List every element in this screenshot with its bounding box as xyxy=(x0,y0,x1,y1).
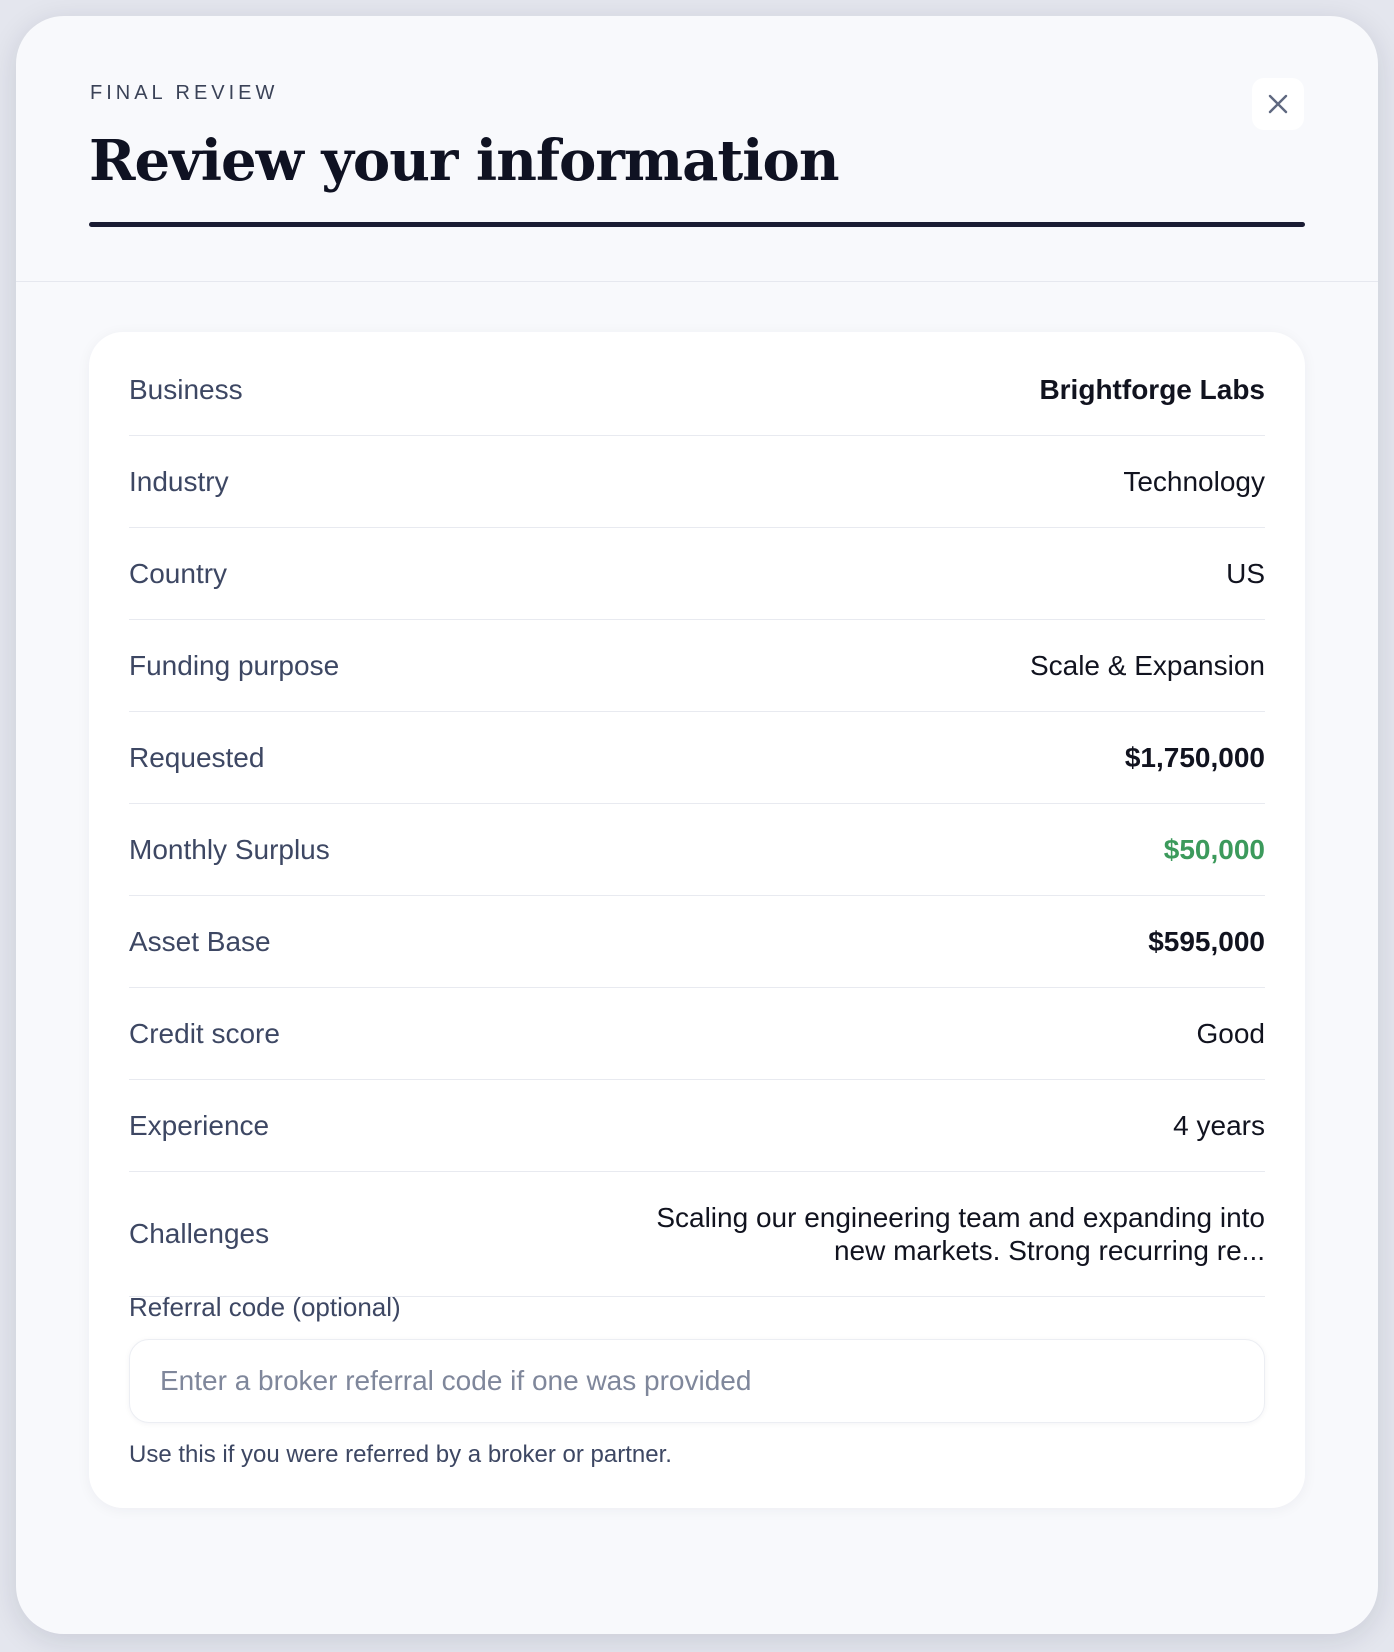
review-row-monthly-surplus: Monthly Surplus $50,000 xyxy=(129,804,1265,896)
row-value: Scaling our engineering team and expandi… xyxy=(656,1202,1265,1266)
row-value: Technology xyxy=(1123,465,1265,497)
row-label: Industry xyxy=(129,465,229,497)
row-value: $50,000 xyxy=(1163,833,1265,865)
referral-code-help: Use this if you were referred by a broke… xyxy=(129,1441,672,1468)
review-row-experience: Experience 4 years xyxy=(129,1080,1265,1172)
row-label: Funding purpose xyxy=(129,649,340,681)
row-label: Country xyxy=(129,557,228,589)
row-label: Business xyxy=(129,373,243,405)
review-row-asset-base: Asset Base $595,000 xyxy=(129,896,1265,988)
row-value: Brightforge Labs xyxy=(1039,373,1265,405)
review-dialog: FINAL REVIEW Review your information Bus… xyxy=(16,16,1378,1634)
row-label: Challenges xyxy=(129,1218,270,1249)
referral-code-section: Referral code (optional) Use this if you… xyxy=(129,1292,1265,1469)
review-summary-card: Business Brightforge Labs Industry Techn… xyxy=(89,332,1305,1508)
row-value: Good xyxy=(1196,1017,1266,1049)
row-value: $595,000 xyxy=(1148,925,1265,957)
referral-code-label: Referral code (optional) xyxy=(129,1292,401,1322)
row-label: Experience xyxy=(129,1109,270,1141)
referral-code-input[interactable] xyxy=(129,1339,1265,1423)
row-value: 4 years xyxy=(1173,1109,1265,1141)
title-underline xyxy=(89,222,1305,227)
review-row-requested: Requested $1,750,000 xyxy=(129,712,1265,804)
row-label: Credit score xyxy=(129,1017,280,1049)
close-icon xyxy=(1268,94,1288,114)
review-row-credit-score: Credit score Good xyxy=(129,988,1265,1080)
review-row-funding-purpose: Funding purpose Scale & Expansion xyxy=(129,620,1265,712)
step-eyebrow: FINAL REVIEW xyxy=(90,82,279,104)
row-value: $1,750,000 xyxy=(1124,741,1265,773)
row-value: US xyxy=(1226,557,1265,589)
row-label: Asset Base xyxy=(129,925,271,957)
page-title: Review your information xyxy=(89,128,840,194)
review-row-country: Country US xyxy=(129,528,1265,620)
row-value: Scale & Expansion xyxy=(1029,649,1265,681)
row-label: Requested xyxy=(129,741,265,773)
review-row-challenges: Challenges Scaling our engineering team … xyxy=(129,1172,1265,1297)
close-button[interactable] xyxy=(1252,78,1304,130)
review-row-industry: Industry Technology xyxy=(129,436,1265,528)
row-label: Monthly Surplus xyxy=(129,833,330,865)
review-row-business: Business Brightforge Labs xyxy=(129,344,1265,436)
review-rows: Business Brightforge Labs Industry Techn… xyxy=(129,344,1265,1297)
dialog-header: FINAL REVIEW Review your information xyxy=(16,16,1378,282)
